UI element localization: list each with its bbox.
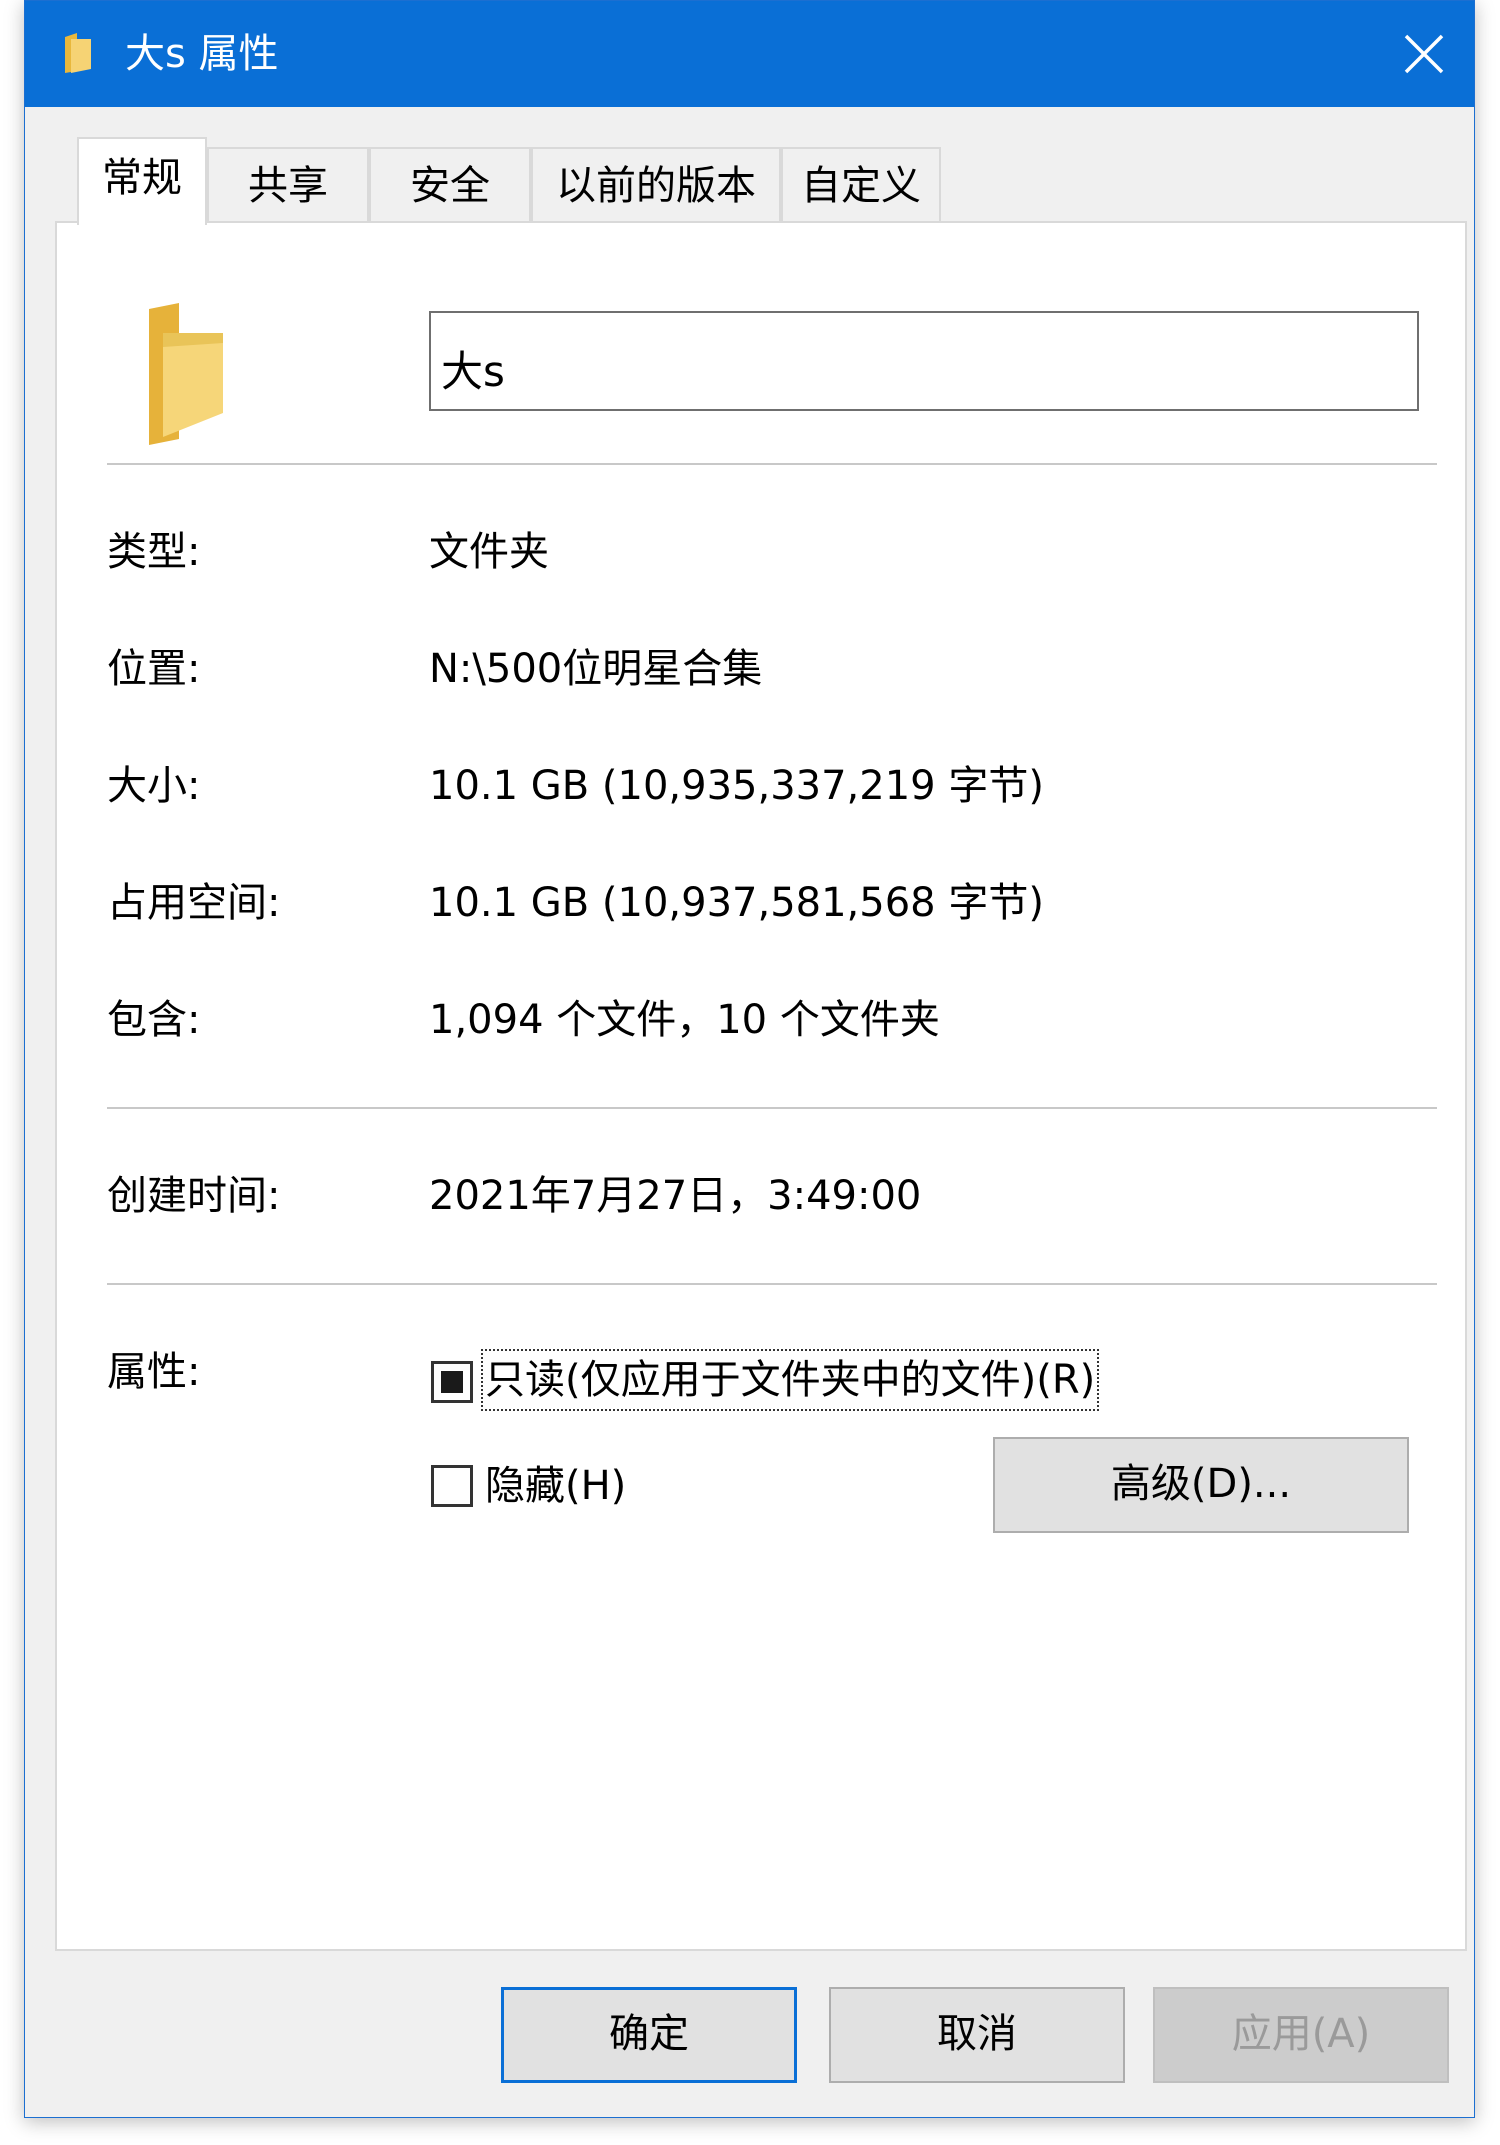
type-label: 类型:	[107, 529, 201, 575]
general-tab-panel: 类型: 文件夹 位置: N:\500位明星合集 大小: 10.1 GB (10,…	[55, 221, 1467, 1951]
tab-customize[interactable]: 自定义	[781, 147, 941, 223]
folder-large-icon	[149, 303, 223, 445]
title-bar[interactable]: 大s 属性	[25, 1, 1474, 107]
attributes-label: 属性:	[107, 1349, 201, 1395]
close-icon	[1404, 34, 1444, 74]
size-on-disk-value: 10.1 GB (10,937,581,568 字节)	[429, 880, 1044, 926]
created-value: 2021年7月27日，3:49:00	[429, 1173, 922, 1219]
tab-strip: 常规 共享 安全 以前的版本 自定义	[55, 137, 1455, 225]
readonly-checkbox-label[interactable]: 只读(仅应用于文件夹中的文件)(R)	[480, 1349, 1100, 1411]
folder-name-input[interactable]	[429, 311, 1419, 411]
tab-security[interactable]: 安全	[369, 147, 531, 223]
type-value: 文件夹	[429, 529, 549, 575]
advanced-button[interactable]: 高级(D)...	[993, 1437, 1409, 1533]
tab-sharing[interactable]: 共享	[207, 147, 369, 223]
properties-dialog: 大s 属性 常规 共享 安全 以前的版本 自定义 类型: 文件夹 位置: N:\…	[24, 0, 1475, 2118]
window-title: 大s 属性	[125, 31, 279, 77]
tab-previous-versions[interactable]: 以前的版本	[531, 147, 781, 223]
apply-button[interactable]: 应用(A)	[1153, 1987, 1449, 2083]
ok-button[interactable]: 确定	[501, 1987, 797, 2083]
separator	[107, 1283, 1437, 1285]
hidden-checkbox[interactable]	[431, 1465, 473, 1507]
close-button[interactable]	[1374, 1, 1474, 107]
tab-general[interactable]: 常规	[77, 137, 207, 225]
contains-label: 包含:	[107, 997, 201, 1043]
created-label: 创建时间:	[107, 1173, 281, 1219]
folder-icon	[65, 33, 91, 73]
location-value: N:\500位明星合集	[429, 646, 763, 692]
separator	[107, 463, 1437, 465]
size-label: 大小:	[107, 763, 201, 809]
indeterminate-mark	[441, 1371, 463, 1393]
contains-value: 1,094 个文件，10 个文件夹	[429, 997, 940, 1043]
cancel-button[interactable]: 取消	[829, 1987, 1125, 2083]
readonly-checkbox[interactable]	[431, 1361, 473, 1403]
separator	[107, 1107, 1437, 1109]
location-label: 位置:	[107, 646, 201, 692]
hidden-checkbox-label[interactable]: 隐藏(H)	[485, 1459, 626, 1513]
size-on-disk-label: 占用空间:	[107, 880, 281, 926]
size-value: 10.1 GB (10,935,337,219 字节)	[429, 763, 1044, 809]
